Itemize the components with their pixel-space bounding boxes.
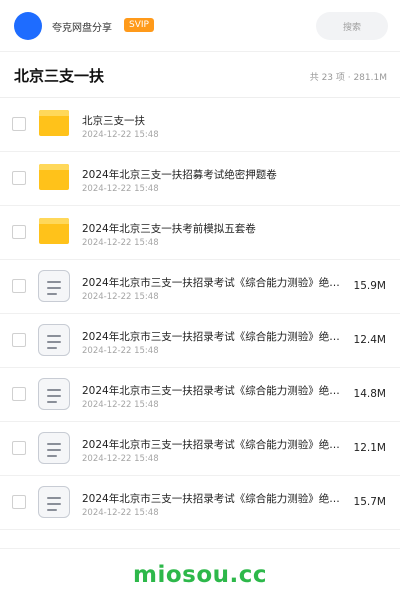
document-icon [37, 431, 71, 465]
select-checkbox[interactable] [12, 441, 26, 455]
select-checkbox[interactable] [12, 225, 26, 239]
folder-icon [37, 107, 71, 141]
header-bar: 夸克网盘分享 SVIP 搜索 [0, 0, 400, 52]
search-input[interactable]: 搜索 [316, 12, 388, 40]
file-date: 2024-12-22 15:48 [82, 184, 159, 194]
file-name: 2024年北京市三支一扶招录考试《综合能力测验》绝… [82, 439, 340, 451]
select-checkbox[interactable] [12, 333, 26, 347]
file-name: 2024年北京市三支一扶招录考试《综合能力测验》绝… [82, 277, 340, 289]
svip-badge: SVIP [124, 18, 154, 32]
file-date: 2024-12-22 15:48 [82, 346, 159, 356]
list-item[interactable]: 2024年北京市三支一扶招录考试《综合能力测验》绝… 2024-12-22 15… [0, 314, 400, 368]
file-date: 2024-12-22 15:48 [82, 454, 159, 464]
select-checkbox[interactable] [12, 279, 26, 293]
file-size: 12.1M [353, 442, 386, 454]
file-date: 2024-12-22 15:48 [82, 292, 159, 302]
search-placeholder: 搜索 [342, 22, 361, 33]
list-item[interactable]: 2024年北京市三支一扶招录考试《综合能力测验》绝… 2024-12-22 15… [0, 368, 400, 422]
select-checkbox[interactable] [12, 495, 26, 509]
footer: miosou.cc [0, 548, 400, 600]
file-size: 12.4M [353, 334, 386, 346]
folder-meta: 共 23 项 · 281.1M [309, 73, 387, 83]
document-icon [37, 485, 71, 519]
file-name: 2024年北京市三支一扶招录考试《综合能力测验》绝… [82, 493, 340, 505]
file-list: 北京三支一扶 2024-12-22 15:48 2024年北京三支一扶招募考试绝… [0, 98, 400, 530]
document-icon [37, 323, 71, 357]
app-name: 夸克网盘分享 [52, 23, 112, 34]
list-item[interactable]: 2024年北京市三支一扶招录考试《综合能力测验》绝… 2024-12-22 15… [0, 476, 400, 530]
select-checkbox[interactable] [12, 117, 26, 131]
file-name: 北京三支一扶 [82, 115, 145, 127]
avatar[interactable] [14, 12, 42, 40]
list-item[interactable]: 2024年北京三支一扶招募考试绝密押题卷 2024-12-22 15:48 [0, 152, 400, 206]
list-item[interactable]: 2024年北京市三支一扶招录考试《综合能力测验》绝… 2024-12-22 15… [0, 260, 400, 314]
file-size: 15.7M [353, 496, 386, 508]
file-name: 2024年北京市三支一扶招录考试《综合能力测验》绝… [82, 385, 340, 397]
page-title: 北京三支一扶 [14, 67, 105, 85]
list-item[interactable]: 北京三支一扶 2024-12-22 15:48 [0, 98, 400, 152]
file-date: 2024-12-22 15:48 [82, 400, 159, 410]
folder-icon [37, 215, 71, 249]
file-size: 14.8M [353, 388, 386, 400]
brand-watermark: miosou.cc [132, 561, 268, 588]
file-name: 2024年北京三支一扶考前模拟五套卷 [82, 223, 256, 235]
file-date: 2024-12-22 15:48 [82, 130, 159, 140]
folder-icon [37, 161, 71, 195]
file-date: 2024-12-22 15:48 [82, 238, 159, 248]
select-checkbox[interactable] [12, 171, 26, 185]
file-name: 2024年北京三支一扶招募考试绝密押题卷 [82, 169, 277, 181]
list-item[interactable]: 2024年北京三支一扶考前模拟五套卷 2024-12-22 15:48 [0, 206, 400, 260]
folder-title-row: 北京三支一扶 共 23 项 · 281.1M [0, 52, 400, 98]
file-size: 15.9M [353, 280, 386, 292]
document-icon [37, 377, 71, 411]
list-item[interactable]: 2024年北京市三支一扶招录考试《综合能力测验》绝… 2024-12-22 15… [0, 422, 400, 476]
select-checkbox[interactable] [12, 387, 26, 401]
document-icon [37, 269, 71, 303]
file-date: 2024-12-22 15:48 [82, 508, 159, 518]
file-name: 2024年北京市三支一扶招录考试《综合能力测验》绝… [82, 331, 340, 343]
